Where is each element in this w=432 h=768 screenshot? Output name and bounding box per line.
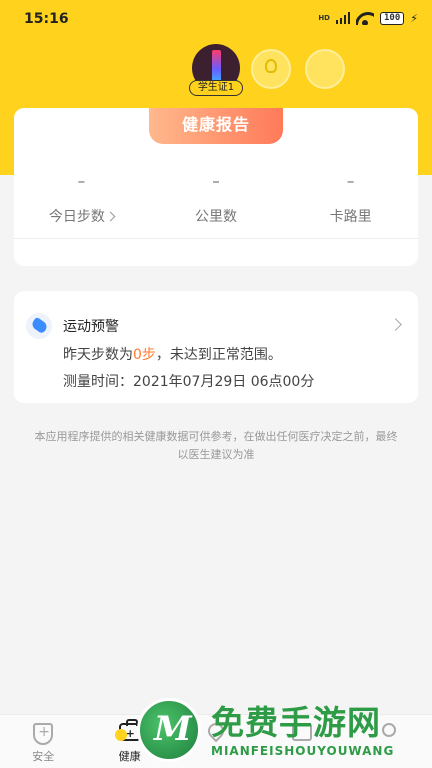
- exercise-alert-card[interactable]: 运动预警 昨天步数为0步，未达到正常范围。 测量时间：2021年07月29日 0…: [14, 291, 418, 403]
- watermark-subtitle: MIANFEISHOUYOUWANG: [211, 744, 395, 758]
- network-type-label: HD: [318, 14, 330, 22]
- alert-step-value: 0步: [133, 347, 156, 363]
- tab-safety[interactable]: 安全: [0, 715, 86, 768]
- device-switcher: 学生证1: [0, 44, 432, 100]
- stat-km: – 公里数: [149, 172, 284, 226]
- watch-icon: [265, 59, 277, 73]
- shield-icon: [32, 723, 54, 745]
- calories-label: 卡路里: [329, 209, 372, 225]
- steps-value: –: [77, 172, 86, 190]
- charging-icon: ⚡: [410, 11, 418, 25]
- alert-message-prefix: 昨天步数为: [63, 347, 133, 363]
- watermark: 免费手游网 MIANFEISHOUYOUWANG: [135, 694, 432, 768]
- wifi-icon: [356, 11, 374, 25]
- status-time: 15:16: [24, 11, 69, 27]
- km-label: 公里数: [195, 209, 237, 225]
- second-device-avatar[interactable]: [251, 49, 291, 89]
- chevron-right-icon: [105, 211, 116, 222]
- alert-title: 运动预警: [63, 319, 119, 335]
- health-report-card: 健康报告 – 今日步数 – 公里数 – 卡路里: [14, 108, 418, 266]
- watermark-title: 免费手游网: [211, 703, 381, 742]
- chevron-right-icon: [389, 318, 402, 331]
- tab-safety-label: 安全: [32, 750, 55, 763]
- student-card-badge[interactable]: 学生证1: [189, 80, 243, 96]
- disclaimer-text: 本应用程序提供的相关健康数据可供参考，在做出任何医疗决定之前，最终以医生建议为准: [34, 430, 398, 461]
- health-report-title: 健康报告: [149, 108, 283, 144]
- alert-message: 昨天步数为0步，未达到正常范围。: [63, 344, 282, 364]
- stat-calories: – 卡路里: [283, 172, 418, 226]
- status-icons: HD 100 ⚡: [318, 11, 418, 25]
- alert-measure-time: 测量时间：2021年07月29日 06点00分: [63, 374, 315, 390]
- divider: [14, 238, 418, 239]
- shoe-icon: [26, 313, 52, 339]
- steps-label-text: 今日步数: [48, 209, 105, 225]
- signal-icon: [336, 12, 350, 24]
- alert-message-suffix: ，未达到正常范围。: [155, 347, 282, 363]
- km-value: –: [212, 172, 220, 190]
- steps-label: 今日步数: [14, 206, 149, 226]
- stats-row: – 今日步数 – 公里数 – 卡路里: [14, 172, 418, 226]
- watermark-logo-icon: [137, 698, 201, 762]
- stat-steps[interactable]: – 今日步数: [14, 172, 149, 226]
- status-bar: 15:16 HD 100 ⚡: [0, 0, 432, 38]
- battery-icon: 100: [380, 11, 405, 25]
- third-device-avatar[interactable]: [305, 49, 345, 89]
- calories-value: –: [346, 172, 355, 190]
